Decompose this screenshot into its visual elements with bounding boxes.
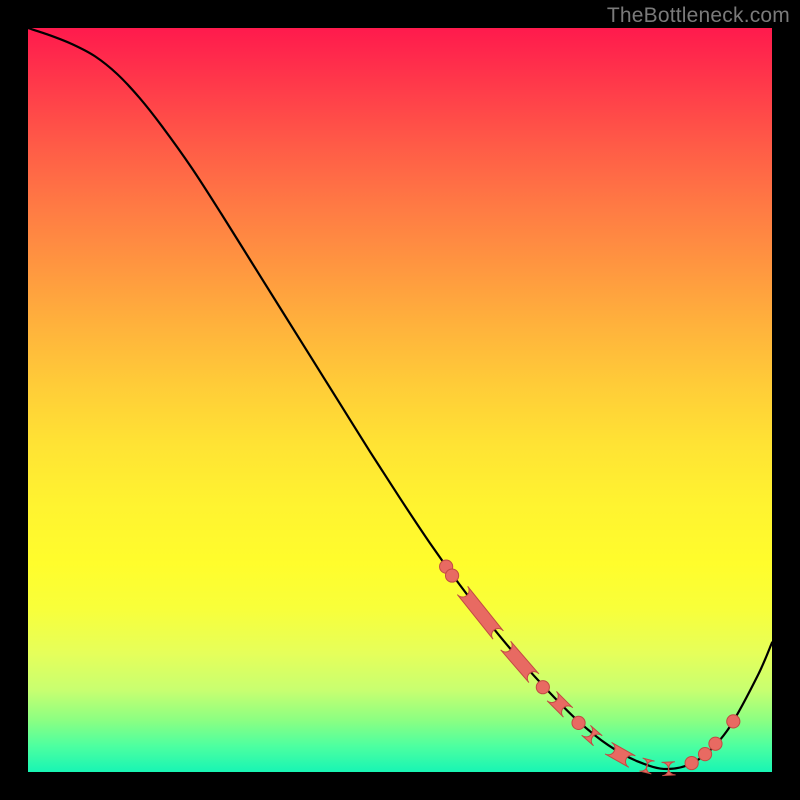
marker-layer — [440, 560, 740, 776]
marker-dot — [709, 737, 722, 750]
marker-dot — [536, 681, 549, 694]
watermark-text: TheBottleneck.com — [607, 4, 790, 28]
marker-dot — [727, 715, 740, 728]
marker-dot — [572, 716, 585, 729]
plot-svg — [28, 28, 772, 772]
marker-dot — [445, 569, 458, 582]
bottleneck-curve — [28, 28, 772, 769]
marker-lozenge — [582, 725, 603, 745]
marker-dot — [698, 748, 711, 761]
marker-dot — [685, 756, 698, 769]
chart-area — [28, 28, 772, 772]
